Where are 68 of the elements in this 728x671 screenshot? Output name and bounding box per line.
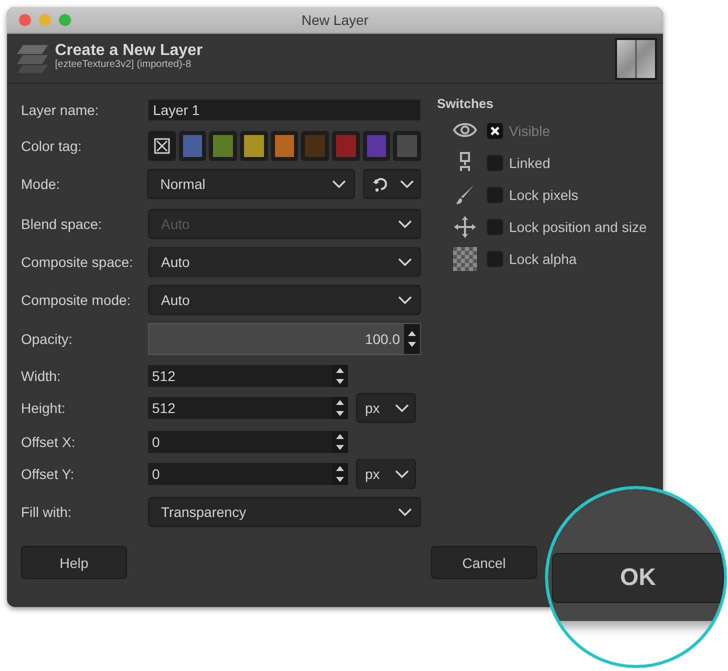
field-label: Opacity: <box>21 331 74 347</box>
switch-label: Lock alpha <box>509 251 577 267</box>
composite-mode-button[interactable] <box>363 169 421 199</box>
checkbox[interactable] <box>487 187 503 203</box>
chevron-down-icon <box>395 404 409 412</box>
color-tag-swatch[interactable] <box>393 131 422 161</box>
color-tag-swatch[interactable] <box>148 131 176 161</box>
switch-label: Visible <box>509 123 550 139</box>
dialog-heading: Create a New Layer <box>55 42 204 58</box>
field-label: Blend space: <box>21 216 103 232</box>
layer-thumbnail <box>615 38 657 80</box>
layer-name-field[interactable]: Layer 1 <box>148 99 421 121</box>
window-title: New Layer <box>300 12 370 28</box>
field-label: Mode: <box>21 176 61 192</box>
image-name: [ezteeTexture3v2] (imported)-8 <box>55 58 192 70</box>
layers-icon <box>15 44 49 74</box>
no-color-icon <box>154 138 170 154</box>
color-tag-swatch[interactable] <box>209 131 238 161</box>
chevron-down-icon <box>400 180 414 188</box>
stepper-arrows-icon[interactable] <box>332 463 348 485</box>
stepper-arrows-icon[interactable] <box>332 431 348 453</box>
dropdown[interactable]: Auto <box>148 285 421 315</box>
color-tag-swatch[interactable] <box>270 131 298 161</box>
zoom-button[interactable] <box>59 14 71 26</box>
color-tag-swatch[interactable] <box>240 131 268 161</box>
color-tag-swatch[interactable] <box>362 131 390 161</box>
unit-dropdown[interactable]: px <box>356 393 416 423</box>
field-label: Width: <box>21 368 62 384</box>
field-label: Composite space: <box>21 254 134 270</box>
field-label: Layer name: <box>21 102 100 118</box>
close-button[interactable] <box>19 14 31 26</box>
stepper-arrows-icon[interactable] <box>332 365 348 387</box>
switch-label: Lock pixels <box>509 187 578 203</box>
section-heading: Switches <box>437 96 494 111</box>
chevron-down-icon <box>332 180 346 188</box>
chevron-down-icon <box>398 296 412 304</box>
field-label: Offset X: <box>21 434 76 450</box>
cross-icon <box>490 126 500 136</box>
chevron-down-icon <box>398 258 412 266</box>
checkerboard-icon <box>453 247 477 271</box>
chevron-down-icon <box>398 220 412 228</box>
field-label: Offset Y: <box>21 466 76 482</box>
ok-button[interactable]: OK <box>552 553 724 603</box>
move-arrows-icon <box>453 215 477 239</box>
field-label: Composite mode: <box>21 292 132 308</box>
stepper-arrows-icon[interactable] <box>332 397 348 419</box>
help-button[interactable]: Help <box>21 546 127 579</box>
chevron-down-icon <box>395 470 409 478</box>
opacity-value: 100.0 <box>364 331 401 347</box>
color-tag-swatch[interactable] <box>301 131 330 161</box>
checkbox[interactable] <box>487 219 503 235</box>
switch-label: Lock position and size <box>509 219 647 235</box>
field-label: Color tag: <box>21 138 83 154</box>
color-tag-swatch[interactable] <box>332 131 360 161</box>
unit-dropdown[interactable]: px <box>356 459 416 489</box>
mode-dropdown[interactable]: Normal <box>147 169 356 199</box>
dropdown[interactable]: Transparency <box>148 497 421 527</box>
field-label: Height: <box>21 400 66 416</box>
checkbox[interactable] <box>487 251 503 267</box>
chevron-down-icon <box>398 508 412 516</box>
switch-label: Linked <box>509 155 550 171</box>
checkbox[interactable] <box>487 155 503 171</box>
field-label: Fill with: <box>21 504 73 520</box>
opacity-slider[interactable]: 100.0 <box>148 323 421 355</box>
paintbrush-icon <box>453 183 477 207</box>
color-tag-swatch[interactable] <box>178 131 206 161</box>
dropdown[interactable]: Auto <box>148 247 421 277</box>
cancel-button[interactable]: Cancel <box>431 546 537 579</box>
